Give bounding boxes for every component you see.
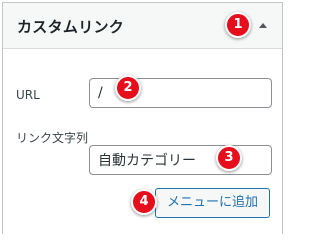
triangle-up-icon[interactable] <box>259 23 267 28</box>
link-text-label: リンク文字列 <box>16 131 89 145</box>
url-label: URL <box>16 88 40 102</box>
panel-title: カスタムリンク <box>17 18 125 36</box>
step-marker-4: 4 <box>131 189 157 215</box>
link-text-input[interactable] <box>89 145 272 175</box>
step-marker-3: 3 <box>216 145 242 171</box>
step-marker-1: 1 <box>225 12 251 38</box>
add-to-menu-button[interactable]: メニューに追加 <box>155 188 270 218</box>
step-marker-2: 2 <box>115 75 141 101</box>
